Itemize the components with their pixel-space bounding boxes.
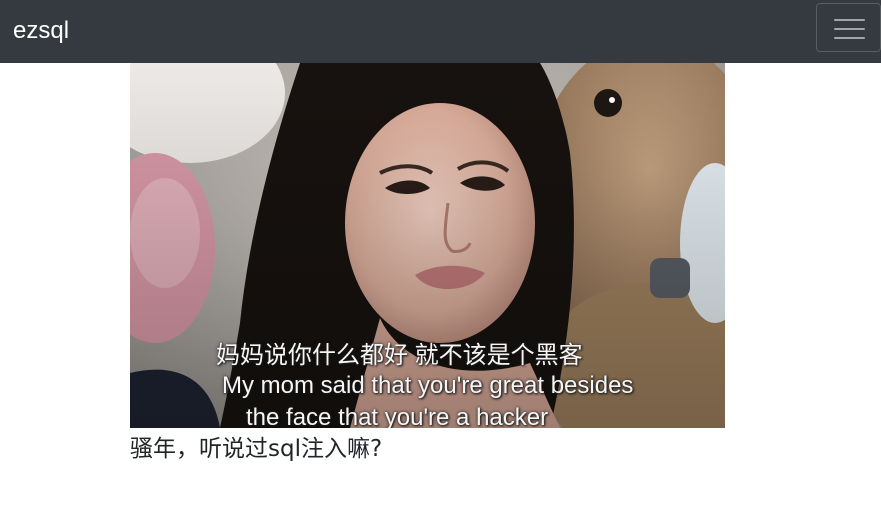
hamburger-menu-icon — [834, 15, 865, 42]
meme-image: 妈妈说你什么都好 就不该是个黑客 My mom said that you're… — [130, 63, 725, 428]
main-question-text: 骚年，听说过sql注入嘛? — [130, 436, 383, 462]
meme-caption-chinese: 妈妈说你什么都好 就不该是个黑客 — [216, 342, 583, 369]
navbar-toggler-button[interactable] — [816, 3, 881, 52]
meme-caption-english-line1: My mom said that you're great besides — [222, 372, 634, 399]
meme-caption-english-line2: the face that you're a hacker — [246, 404, 549, 428]
navbar-brand[interactable]: ezsql — [13, 14, 69, 48]
top-navbar: ezsql — [0, 0, 881, 63]
